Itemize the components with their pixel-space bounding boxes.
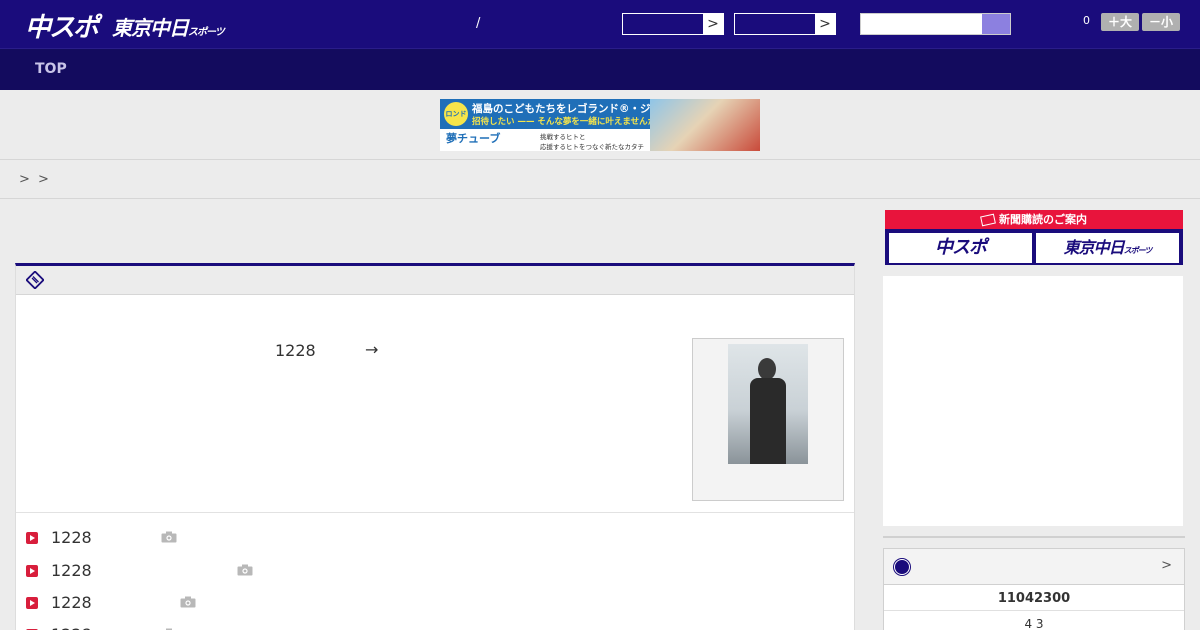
search-input[interactable]: [860, 13, 1011, 35]
list-item[interactable]: 1228: [26, 561, 286, 583]
list-item[interactable]: 1228: [26, 625, 226, 630]
play-bullet-icon: [26, 565, 38, 577]
play-bullet-icon: [26, 597, 38, 609]
list-item[interactable]: 1228: [26, 528, 226, 550]
chuspo-logo[interactable]: 中スポ: [25, 7, 99, 44]
baseball-icon: [894, 559, 910, 575]
subscribe-tokyo-chunichi-text: 東京中日: [1063, 238, 1125, 257]
breadcrumb: > >: [0, 161, 1200, 199]
list-item[interactable]: 1228: [26, 593, 246, 615]
sidebar-ad-slot[interactable]: [883, 276, 1183, 526]
subscribe-chuspo-button[interactable]: 中スポ: [889, 233, 1032, 263]
subscription-box: 新聞購読のご案内 中スポ 東京中日スポーツ: [885, 210, 1183, 265]
thumbnail-photo: [728, 344, 808, 464]
ad-brand: 夢チューブ: [446, 132, 501, 145]
list-item-text: 1228: [51, 593, 92, 612]
tokyo-chunichi-logo-sub: スポーツ: [188, 27, 225, 38]
ad-badge: ロンドン: [444, 102, 468, 142]
article-panel: 1228 → 1228 1228 1228: [15, 263, 855, 630]
article-thumbnail[interactable]: [692, 338, 844, 501]
select-arrow-icon: >: [703, 14, 723, 34]
play-bullet-icon: [26, 532, 38, 544]
subscribe-tokyo-chunichi-button[interactable]: 東京中日スポーツ: [1036, 233, 1179, 263]
ticket-icon: [26, 271, 44, 289]
tokyo-chunichi-logo-text: 東京中日: [112, 16, 189, 40]
list-item-text: 1228: [51, 528, 92, 547]
global-nav: TOP: [0, 48, 1200, 90]
lead-arrow-icon[interactable]: →: [365, 340, 378, 359]
category-select-1[interactable]: >: [622, 13, 724, 35]
camera-icon: [180, 596, 196, 608]
ad-line-2: 招待したい —— そんな夢を一緒に叶えませんか?: [472, 117, 662, 127]
subscribe-tokyo-chunichi-sub: スポーツ: [1123, 246, 1153, 255]
subscription-header[interactable]: 新聞購読のご案内: [885, 210, 1183, 229]
photo-figure-head: [758, 358, 776, 380]
breadcrumb-separator: >: [38, 172, 49, 187]
newspaper-icon: [980, 213, 996, 227]
ad-banner[interactable]: ロンドン 福島のこどもたちをレゴランド®・ジャパンに 招待したい —— そんな夢…: [440, 99, 760, 151]
baseball-score-widget: > 11042300 4 3: [883, 548, 1185, 630]
photo-figure-body: [750, 378, 786, 464]
list-item-text: 1228: [51, 561, 92, 580]
tokyo-chunichi-logo[interactable]: 東京中日スポーツ: [112, 12, 225, 41]
counter-text: 0: [1083, 14, 1090, 27]
category-select-2[interactable]: >: [734, 13, 836, 35]
list-item-text: 1228: [51, 625, 92, 630]
sidebar-divider: [883, 536, 1185, 538]
nav-item-top[interactable]: TOP: [35, 61, 67, 77]
camera-icon: [237, 564, 253, 576]
ad-banner-bottom: 夢チューブ 挑戦するヒトと 応援するヒトをつなぐ新たなカタチ: [440, 129, 650, 151]
panel-header: [16, 266, 854, 295]
widget-more-link[interactable]: >: [1161, 558, 1172, 573]
result-text: 4 3: [1024, 617, 1044, 630]
widget-header[interactable]: >: [884, 549, 1184, 585]
select-arrow-icon: >: [815, 14, 835, 34]
header-divider: /: [476, 16, 481, 31]
camera-icon: [161, 531, 177, 543]
score-text: 11042300: [884, 586, 1184, 611]
site-header: 中スポ 東京中日スポーツ / > > 0 ＋大 －小: [0, 0, 1200, 48]
breadcrumb-separator: >: [19, 172, 30, 187]
lead-number[interactable]: 1228: [275, 341, 316, 360]
panel-divider: [16, 512, 854, 513]
ad-sub-2: 応援するヒトをつなぐ新たなカタチ: [540, 143, 644, 151]
font-size-up-button[interactable]: ＋大: [1101, 13, 1139, 31]
search-button[interactable]: [982, 14, 1010, 34]
font-size-down-button[interactable]: －小: [1142, 13, 1180, 31]
ad-band: ロンドン 福島のこどもたちをレゴランド®・ジャパンに 招待したい —— そんな夢…: [0, 90, 1200, 160]
ad-photo: [650, 99, 760, 151]
subscription-label: 新聞購読のご案内: [999, 213, 1087, 226]
ad-sub-1: 挑戦するヒトと: [540, 133, 586, 141]
